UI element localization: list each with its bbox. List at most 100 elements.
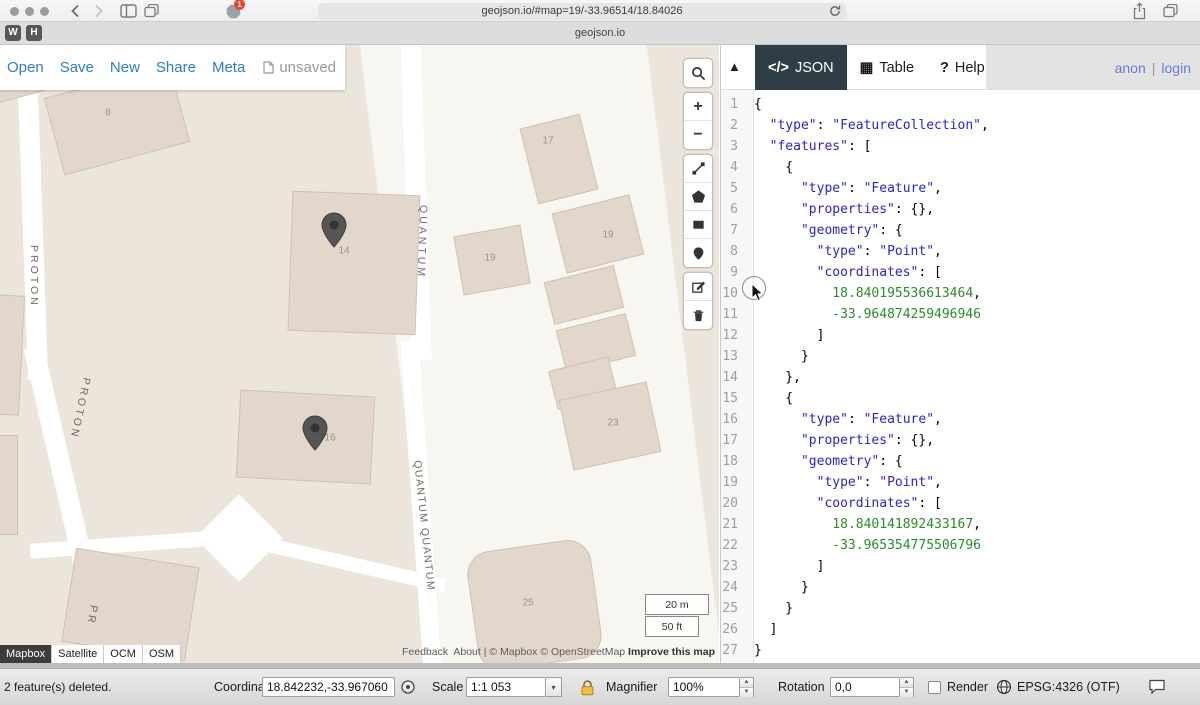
messages-button[interactable] [1148, 677, 1166, 697]
map-marker[interactable] [302, 415, 328, 451]
save-menu[interactable]: Save [60, 59, 94, 76]
share-icon[interactable] [1132, 2, 1147, 20]
about-link[interactable]: About [453, 646, 480, 658]
code-line[interactable]: 14 }, [721, 367, 1200, 388]
layer-osm[interactable]: OSM [143, 645, 181, 663]
message-bubble-icon [1148, 679, 1166, 695]
code-line[interactable]: 20 "coordinates": [ [721, 493, 1200, 514]
login-link[interactable]: login [1161, 60, 1191, 76]
sidebar-icon[interactable] [120, 4, 137, 18]
building-number: 19 [602, 230, 613, 241]
code-line[interactable]: 27} [721, 640, 1200, 661]
scale-input[interactable] [466, 677, 546, 697]
layer-satellite[interactable]: Satellite [52, 645, 104, 663]
draw-polygon-button[interactable] [684, 183, 712, 211]
window-close-icon[interactable] [10, 7, 19, 16]
road-bottom [30, 530, 223, 558]
layer-mapbox[interactable]: Mapbox [0, 645, 52, 663]
collapse-pane-arrow[interactable]: ▲ [728, 59, 741, 74]
line-number: 26 [721, 619, 747, 640]
rotation-up-arrow[interactable]: ▲ [900, 678, 913, 688]
lock-scale-button[interactable] [580, 677, 595, 697]
draw-marker-button[interactable] [684, 239, 712, 267]
back-button[interactable] [70, 4, 80, 18]
code-line[interactable]: 13 } [721, 346, 1200, 367]
zoom-out-button[interactable]: − [684, 121, 712, 149]
code-line[interactable]: 11 -33.964874259496946 [721, 304, 1200, 325]
new-tab-icon[interactable] [1163, 4, 1178, 18]
zoom-in-button[interactable]: + [684, 93, 712, 121]
mapbox-link[interactable]: © Mapbox [489, 646, 537, 658]
editor-tabs: </> JSON ▦ Table ? Help [755, 45, 998, 90]
code-line[interactable]: 26 ] [721, 619, 1200, 640]
code-line[interactable]: 24 } [721, 577, 1200, 598]
code-line[interactable]: 15 { [721, 388, 1200, 409]
code-line[interactable]: 18 "geometry": { [721, 451, 1200, 472]
code-text: ] [747, 325, 824, 346]
magnifier-input[interactable] [668, 677, 740, 697]
osm-link[interactable]: © OpenStreetMap [540, 646, 625, 658]
scale-metric: 20 m [645, 594, 709, 615]
map[interactable]: 8 17 19 19 14 23 16 25 PROTON PROTON PR … [0, 45, 719, 663]
code-line[interactable]: 4 { [721, 157, 1200, 178]
code-line[interactable]: 19 "type": "Point", [721, 472, 1200, 493]
anon-link[interactable]: anon [1115, 60, 1146, 76]
table-icon: ▦ [860, 60, 874, 76]
code-line[interactable]: 17 "properties": {}, [721, 430, 1200, 451]
code-text: }, [747, 367, 801, 388]
tab-overview-icon[interactable] [144, 4, 159, 18]
code-line[interactable]: 22 -33.965354775506796 [721, 535, 1200, 556]
editor-pane: ▲ </> JSON ▦ Table ? Help anon | login [720, 45, 1200, 663]
refresh-icon[interactable] [829, 5, 841, 17]
code-line[interactable]: 7 "geometry": { [721, 220, 1200, 241]
tab-json-label: JSON [795, 60, 834, 76]
layer-ocm[interactable]: OCM [104, 645, 143, 663]
open-menu[interactable]: Open [7, 59, 44, 76]
code-line[interactable]: 9 "coordinates": [ [721, 262, 1200, 283]
window-zoom-icon[interactable] [40, 7, 49, 16]
code-line[interactable]: 2 "type": "FeatureCollection", [721, 115, 1200, 136]
code-line[interactable]: 21 18.840141892433167, [721, 514, 1200, 535]
scale-dropdown-arrow[interactable]: ▾ [546, 677, 562, 697]
qgis-status-bar: 2 feature(s) deleted. Coordinate Scale ▾… [0, 668, 1200, 705]
code-line[interactable]: 5 "type": "Feature", [721, 178, 1200, 199]
url-bar[interactable]: geojson.io/#map=19/-33.96514/18.84026 [318, 3, 846, 20]
delete-layers-button[interactable] [684, 301, 712, 329]
magnifier-down-arrow[interactable]: ▼ [740, 688, 753, 697]
mouse-position-button[interactable] [400, 677, 416, 697]
code-line[interactable]: 3 "features": [ [721, 136, 1200, 157]
share-menu[interactable]: Share [156, 59, 196, 76]
rotation-down-arrow[interactable]: ▼ [900, 688, 913, 697]
map-marker[interactable] [321, 212, 347, 248]
window-minimize-icon[interactable] [25, 7, 34, 16]
crs-status-button[interactable]: EPSG:4326 (OTF) [996, 677, 1120, 697]
code-line[interactable]: 10 18.840195536613464, [721, 283, 1200, 304]
coordinate-input[interactable] [262, 677, 395, 697]
active-tab[interactable]: geojson.io [0, 22, 1200, 45]
code-line[interactable]: 23 ] [721, 556, 1200, 577]
json-editor[interactable]: 1{2 "type": "FeatureCollection",3 "featu… [721, 90, 1200, 663]
search-button[interactable] [684, 59, 712, 87]
new-menu[interactable]: New [110, 59, 140, 76]
improve-map-link[interactable]: Improve this map [628, 646, 715, 658]
tab-table[interactable]: ▦ Table [847, 45, 927, 90]
code-line[interactable]: 8 "type": "Point", [721, 241, 1200, 262]
code-line[interactable]: 16 "type": "Feature", [721, 409, 1200, 430]
code-line[interactable]: 25 } [721, 598, 1200, 619]
forward-button[interactable] [94, 4, 104, 18]
magnifier-up-arrow[interactable]: ▲ [740, 678, 753, 688]
globe-icon [996, 679, 1012, 695]
code-line[interactable]: 6 "properties": {}, [721, 199, 1200, 220]
edit-layers-button[interactable] [684, 273, 712, 301]
draw-line-button[interactable] [684, 155, 712, 183]
map-building [288, 191, 421, 335]
feedback-link[interactable]: Feedback [402, 646, 448, 658]
code-line[interactable]: 12 ] [721, 325, 1200, 346]
render-checkbox[interactable] [928, 681, 941, 694]
draw-rectangle-button[interactable] [684, 211, 712, 239]
code-line[interactable]: 1{ [721, 94, 1200, 115]
rotation-input[interactable] [830, 677, 900, 697]
meta-menu[interactable]: Meta [212, 59, 245, 76]
tab-json[interactable]: </> JSON [755, 45, 847, 90]
code-icon: </> [768, 60, 789, 76]
